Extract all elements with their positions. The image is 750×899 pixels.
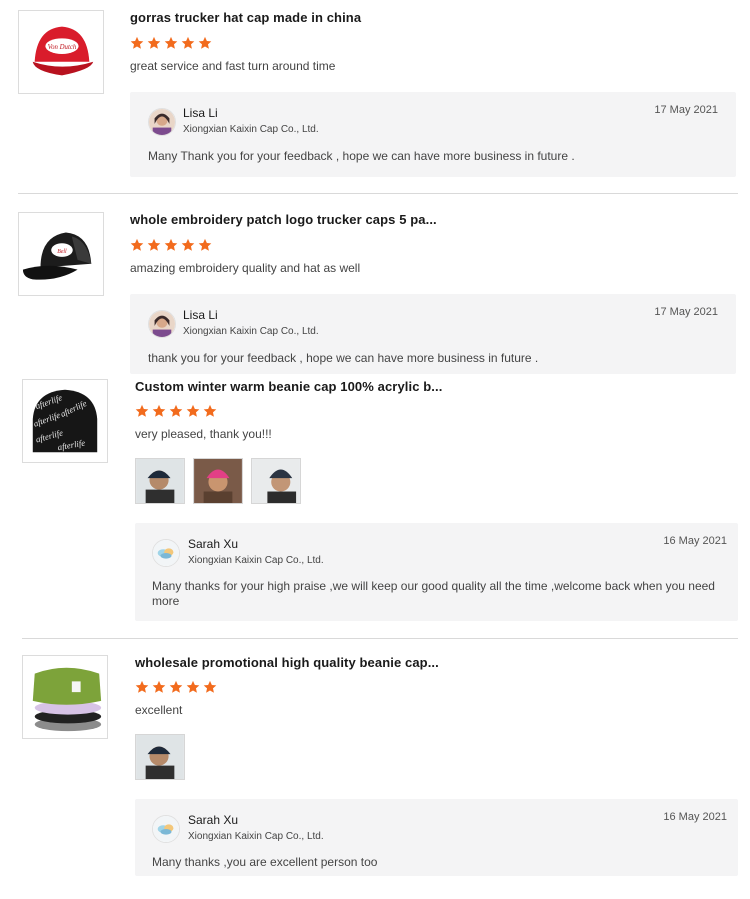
review-photo[interactable]: [135, 734, 185, 780]
star-icon: [186, 680, 200, 693]
rating-stars: [135, 680, 217, 694]
product-title[interactable]: wholesale promotional high quality beani…: [135, 655, 439, 670]
reply-text: Many thanks ,you are excellent person to…: [152, 855, 378, 869]
reply-date: 16 May 2021: [663, 811, 727, 823]
green-beanie-thumbnail[interactable]: [22, 655, 108, 739]
star-icon: [169, 680, 183, 693]
star-icon: [203, 680, 217, 693]
reply-company: Xiongxian Kaixin Cap Co., Ltd.: [188, 831, 324, 842]
review-item: wholesale promotional high quality beani…: [0, 0, 750, 899]
sarah-xu-avatar: [152, 815, 180, 843]
review-comment: excellent: [135, 703, 183, 717]
reply-author-name: Sarah Xu: [188, 813, 239, 827]
star-icon: [135, 680, 149, 693]
seller-reply: Sarah Xu Xiongxian Kaixin Cap Co., Ltd. …: [135, 799, 738, 876]
star-icon: [152, 680, 166, 693]
green-beanie-stack-icon: [23, 656, 107, 738]
